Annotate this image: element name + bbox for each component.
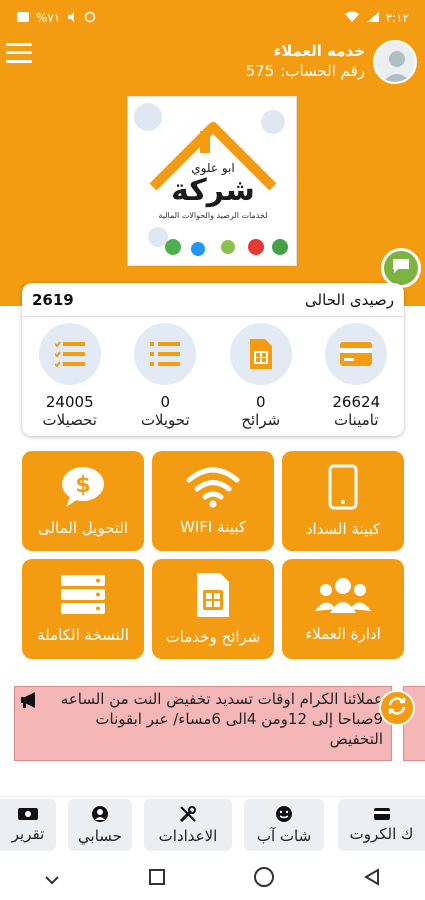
logo-subtitle: لخدمات الرصيد والحوالات المالية xyxy=(158,211,268,220)
checklist-icon xyxy=(38,323,101,385)
mute-icon xyxy=(66,11,78,26)
stat-label: شرائح xyxy=(241,411,281,429)
recents-icon[interactable] xyxy=(148,868,166,890)
tile-money-transfer[interactable]: $ التحويل المالى xyxy=(22,451,144,551)
status-left: %٧١ xyxy=(16,10,96,27)
nav-settings[interactable]: الاعدادات xyxy=(144,799,232,851)
tile-customer-management[interactable]: ادارة العملاء xyxy=(282,559,404,659)
server-icon xyxy=(60,574,106,626)
nav-report[interactable]: تقرير xyxy=(0,799,56,851)
smile-icon xyxy=(275,805,293,827)
tools-icon xyxy=(179,805,197,827)
refresh-button[interactable] xyxy=(379,690,415,726)
user-name: خدمه العملاء xyxy=(273,42,365,60)
tile-sims-services[interactable]: شرائح وخدمات xyxy=(152,559,274,659)
nav-account[interactable]: حسابي xyxy=(68,799,132,851)
account-label: رقم الحساب: xyxy=(280,62,365,80)
stat-label: تحصيلات xyxy=(42,411,97,429)
stats-row: 26624 تامينات 0 شرائح 0 تحويلات 24005 تح… xyxy=(22,317,404,429)
sim-icon xyxy=(229,323,292,385)
hamburger-menu-icon[interactable] xyxy=(6,40,32,66)
card-icon xyxy=(325,323,388,385)
sim-icon xyxy=(196,572,230,628)
tile-label: التحويل المالى xyxy=(37,519,129,537)
account-number: 575 xyxy=(245,62,275,80)
balance-label: رصيدى الحالى xyxy=(305,290,394,309)
tile-label: كبينة السداد xyxy=(305,520,381,538)
status-time: ٣:١٢ xyxy=(385,11,409,25)
stat-transfers[interactable]: 0 تحويلات xyxy=(123,323,207,429)
wifi-status-icon xyxy=(344,11,360,26)
card-icon xyxy=(373,807,391,825)
avatar[interactable] xyxy=(373,40,417,84)
chat-bubble-icon xyxy=(391,257,411,279)
alarm-icon xyxy=(84,11,96,26)
tile-label: شرائح وخدمات xyxy=(165,628,261,646)
tile-label: ادارة العملاء xyxy=(305,625,381,643)
account-line: رقم الحساب: 575 xyxy=(246,62,365,80)
nav-label: الاعدادات xyxy=(158,827,218,845)
ticker-text: عملائنا الكرام اوقات تسديد تخفيض النت من… xyxy=(60,690,383,748)
wifi-icon xyxy=(186,466,240,518)
status-right: ٣:١٢ xyxy=(344,11,409,26)
dollar-chat-icon: $ xyxy=(60,465,106,519)
back-icon[interactable] xyxy=(363,868,381,890)
svg-text:$: $ xyxy=(75,473,90,498)
phone-icon xyxy=(328,464,358,520)
nav-cards[interactable]: ك الكروت xyxy=(338,799,425,851)
money-icon xyxy=(17,807,39,825)
balance-card: 2619 رصيدى الحالى 26624 تامينات 0 شرائح … xyxy=(22,283,404,436)
battery-text: %٧١ xyxy=(36,11,61,25)
tile-full-version[interactable]: النسخة الكاملة xyxy=(22,559,144,659)
chevron-down-icon[interactable] xyxy=(44,870,60,889)
nav-label: ك الكروت xyxy=(349,825,414,843)
tile-label: كبينة WIFI xyxy=(180,518,246,536)
company-logo: ابو علوي شركة لخدمات الرصيد والحوالات ال… xyxy=(127,96,297,266)
nav-label: شات آب xyxy=(256,827,312,845)
megaphone-icon xyxy=(19,691,41,714)
nav-label: حسابي xyxy=(78,827,122,845)
balance-row: 2619 رصيدى الحالى xyxy=(22,283,404,317)
stat-collections[interactable]: 24005 تحصيلات xyxy=(28,323,112,429)
user-icon xyxy=(91,805,109,827)
signal-icon xyxy=(366,11,380,26)
stat-value: 24005 xyxy=(45,393,94,411)
logo-text-main: شركة xyxy=(171,173,255,208)
bottom-nav: ك الكروت شات آب الاعدادات حسابي تقرير xyxy=(0,796,425,854)
stat-value: 26624 xyxy=(332,393,381,411)
whatsapp-notification-icon xyxy=(16,10,30,27)
chat-button[interactable] xyxy=(381,248,421,288)
status-bar: %٧١ ٣:١٢ xyxy=(0,0,425,36)
home-icon[interactable] xyxy=(253,866,275,892)
system-nav-bar xyxy=(0,858,425,900)
users-icon xyxy=(314,575,372,625)
stat-insurance[interactable]: 26624 تامينات xyxy=(314,323,398,429)
stat-label: تامينات xyxy=(333,411,379,429)
stat-label: تحويلات xyxy=(140,411,190,429)
list-icon xyxy=(134,323,197,385)
refresh-icon xyxy=(387,696,407,720)
stat-value: 0 xyxy=(160,393,171,411)
nav-label: تقرير xyxy=(11,825,45,843)
announcement-ticker: عملائنا الكرام اوقات تسديد تخفيض النت من… xyxy=(14,686,392,761)
nav-chat-app[interactable]: شات آب xyxy=(244,799,324,851)
stat-sims[interactable]: 0 شرائح xyxy=(219,323,303,429)
stat-value: 0 xyxy=(255,393,266,411)
tile-payment-booth[interactable]: كبينة السداد xyxy=(282,451,404,551)
service-tiles: كبينة السداد كبينة WIFI $ التحويل المالى… xyxy=(22,451,404,659)
tile-label: النسخة الكاملة xyxy=(37,626,129,644)
balance-value: 2619 xyxy=(32,290,74,309)
tile-wifi-booth[interactable]: كبينة WIFI xyxy=(152,451,274,551)
